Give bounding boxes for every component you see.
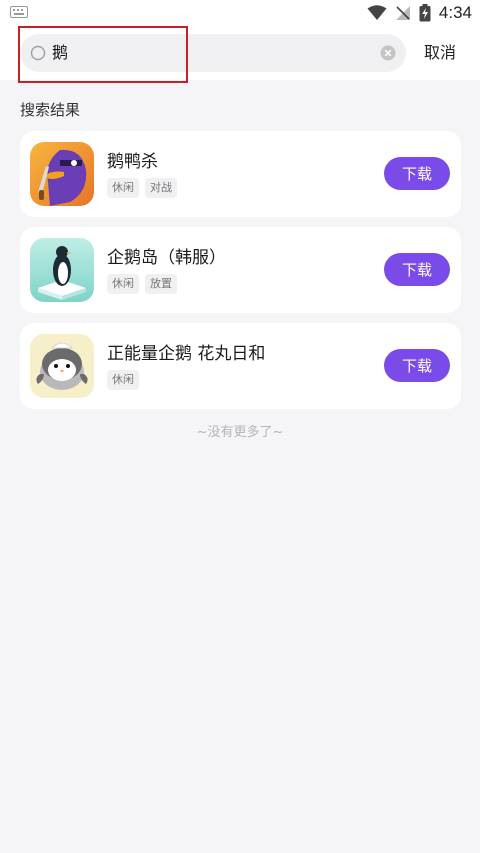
result-card[interactable]: 鹅鸭杀 休闲 对战 下载 xyxy=(20,131,461,217)
battery-charging-icon xyxy=(419,4,431,22)
app-name: 鹅鸭杀 xyxy=(107,152,158,172)
search-input[interactable] xyxy=(52,34,352,72)
app-name: 正能量企鹅 花丸日和 xyxy=(107,344,266,364)
cancel-button[interactable]: 取消 xyxy=(424,34,456,72)
result-list: 鹅鸭杀 休闲 对战 下载 企鹅岛（韩服） 休闲 放置 下载 正能量企鹅 花丸日和… xyxy=(20,131,461,419)
tag: 对战 xyxy=(145,178,177,198)
goose-duck-app-icon[interactable] xyxy=(30,142,94,206)
status-bar: 4:34 xyxy=(0,0,480,26)
tag-list: 休闲 对战 xyxy=(107,178,177,198)
download-button[interactable]: 下载 xyxy=(384,349,450,382)
no-signal-icon xyxy=(395,6,410,20)
tag: 休闲 xyxy=(107,370,139,390)
app-name: 企鹅岛（韩服） xyxy=(107,248,226,268)
section-title: 搜索结果 xyxy=(20,101,81,119)
result-card[interactable]: 企鹅岛（韩服） 休闲 放置 下载 xyxy=(20,227,461,313)
search-box[interactable] xyxy=(20,34,406,72)
tag: 休闲 xyxy=(107,178,139,198)
search-header: 取消 xyxy=(0,26,480,83)
download-button[interactable]: 下载 xyxy=(384,157,450,190)
tag: 休闲 xyxy=(107,274,139,294)
clear-icon[interactable] xyxy=(380,45,396,61)
wifi-icon xyxy=(367,5,387,20)
positive-penguin-app-icon[interactable] xyxy=(30,334,94,398)
screen: 4:34 取消 搜索结果 xyxy=(0,0,480,853)
no-more-text: ~没有更多了~ xyxy=(196,425,284,440)
status-time: 4:34 xyxy=(438,3,472,22)
tag-list: 休闲 xyxy=(107,370,139,390)
keyboard-icon xyxy=(10,6,28,18)
status-icons: 4:34 xyxy=(367,3,472,23)
download-button[interactable]: 下载 xyxy=(384,253,450,286)
result-card[interactable]: 正能量企鹅 花丸日和 休闲 下载 xyxy=(20,323,461,409)
tag: 放置 xyxy=(145,274,177,294)
tag-list: 休闲 放置 xyxy=(107,274,177,294)
penguin-isle-app-icon[interactable] xyxy=(30,238,94,302)
search-icon xyxy=(30,45,46,61)
